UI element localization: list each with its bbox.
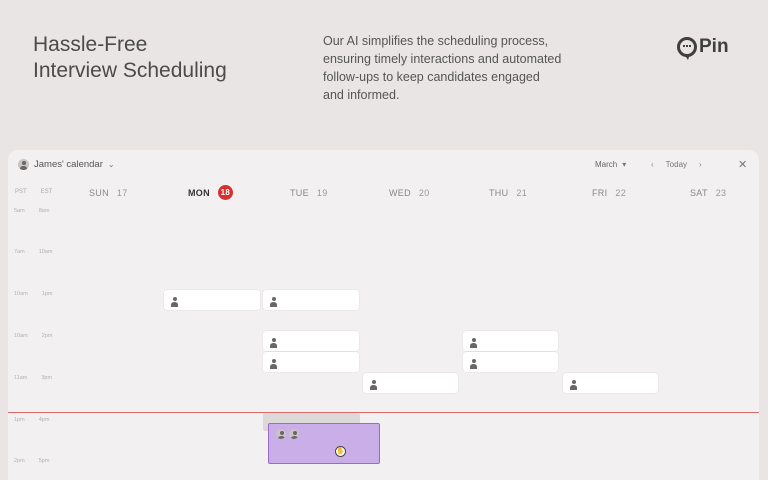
day-name: MON	[188, 187, 210, 198]
calendar-event[interactable]	[463, 331, 558, 351]
calendar-event[interactable]	[463, 352, 558, 372]
day-number: 23	[715, 188, 727, 198]
day-header-tue[interactable]: TUE 19	[290, 188, 328, 198]
time-label: 10am	[38, 249, 53, 255]
brand-logo: Pin	[677, 36, 729, 60]
time-label: 7am	[14, 249, 25, 255]
current-time-line	[8, 412, 759, 413]
calendar-event[interactable]	[263, 331, 359, 351]
calendar-panel: James' calendar ⌄ March ▾ ‹ Today › ✕ PS…	[8, 150, 759, 480]
day-name: FRI	[592, 188, 608, 198]
time-row-label: 10am 1pm	[14, 291, 52, 297]
hero-title: Hassle-Free Interview Scheduling	[33, 32, 227, 84]
time-row-label: 5am 8am	[14, 208, 49, 214]
hero-title-line2: Interview Scheduling	[33, 59, 227, 82]
grab-hand-icon: ✋	[335, 446, 346, 457]
calendar-event[interactable]	[563, 373, 658, 393]
day-header-fri[interactable]: FRI 22	[592, 188, 626, 198]
timezone-label: EST	[40, 189, 53, 195]
time-row-label: 2pm 5pm	[14, 458, 49, 464]
day-header-wed[interactable]: WED 20	[389, 188, 430, 198]
day-name: THU	[489, 188, 509, 198]
day-header-sun[interactable]: SUN 17	[89, 188, 128, 198]
day-number: 22	[615, 188, 627, 198]
time-label: 2pm	[41, 333, 53, 339]
avatar	[289, 429, 299, 439]
calendar-event[interactable]	[164, 290, 260, 310]
time-label: 4pm	[38, 417, 50, 423]
time-row-label: 11am 3pm	[14, 375, 52, 381]
chevron-down-icon: ⌄	[107, 160, 115, 169]
dragging-event[interactable]	[268, 423, 380, 464]
day-header-thu[interactable]: THU 21	[489, 188, 527, 198]
brand-name: Pin	[699, 36, 729, 57]
day-name: WED	[389, 188, 411, 198]
avatar	[276, 429, 286, 439]
day-name: SUN	[89, 188, 109, 198]
day-number: 17	[116, 188, 128, 198]
calendar-owner-label: James' calendar	[34, 159, 103, 170]
time-label: 11am	[14, 375, 28, 381]
calendar-event[interactable]	[363, 373, 458, 393]
time-label: 10am	[14, 291, 28, 297]
time-label: 5pm	[38, 458, 50, 464]
hero-title-line1: Hassle-Free	[33, 33, 148, 56]
today-button[interactable]: Today	[666, 160, 687, 169]
timezone-label: PST	[15, 189, 27, 195]
time-row-label: 10am 2pm	[14, 333, 52, 339]
avatar	[18, 159, 29, 170]
time-row-label: 7am 10am	[14, 249, 52, 255]
today-badge: 18	[217, 185, 233, 200]
time-label: 10am	[14, 333, 28, 339]
day-header-sat[interactable]: SAT 23	[690, 188, 726, 198]
time-label: 5am	[14, 208, 25, 214]
day-number: 19	[316, 188, 328, 198]
chevron-left-icon[interactable]: ‹	[651, 160, 654, 169]
day-number: 21	[516, 188, 528, 198]
month-selector[interactable]: March ▾	[595, 160, 626, 169]
time-label: 2pm	[14, 458, 25, 464]
calendar-header: James' calendar ⌄ March ▾ ‹ Today › ✕	[8, 150, 759, 180]
day-header-mon[interactable]: MON 18	[188, 185, 233, 200]
hero-description: Our AI simplifies the scheduling process…	[323, 34, 562, 102]
calendar-event[interactable]	[263, 290, 359, 310]
pin-logo-icon	[677, 37, 697, 60]
day-name: TUE	[290, 188, 309, 198]
chevron-right-icon[interactable]: ›	[699, 160, 702, 169]
time-label: 3pm	[41, 375, 53, 381]
time-label: 1pm	[14, 417, 25, 423]
calendar-event[interactable]	[263, 352, 359, 372]
month-label: March	[595, 160, 618, 169]
day-number: 20	[418, 188, 430, 198]
date-navigation: ‹ Today ›	[651, 160, 702, 169]
time-label: 1pm	[41, 291, 53, 297]
calendar-owner-selector[interactable]: James' calendar ⌄	[18, 159, 115, 170]
close-icon[interactable]: ✕	[738, 158, 747, 171]
time-label: 8am	[38, 208, 50, 214]
time-row-label: 1pm 4pm	[14, 417, 49, 423]
timezone-labels: PST EST	[15, 189, 52, 195]
chevron-down-icon: ▾	[622, 160, 627, 169]
day-name: SAT	[690, 188, 708, 198]
